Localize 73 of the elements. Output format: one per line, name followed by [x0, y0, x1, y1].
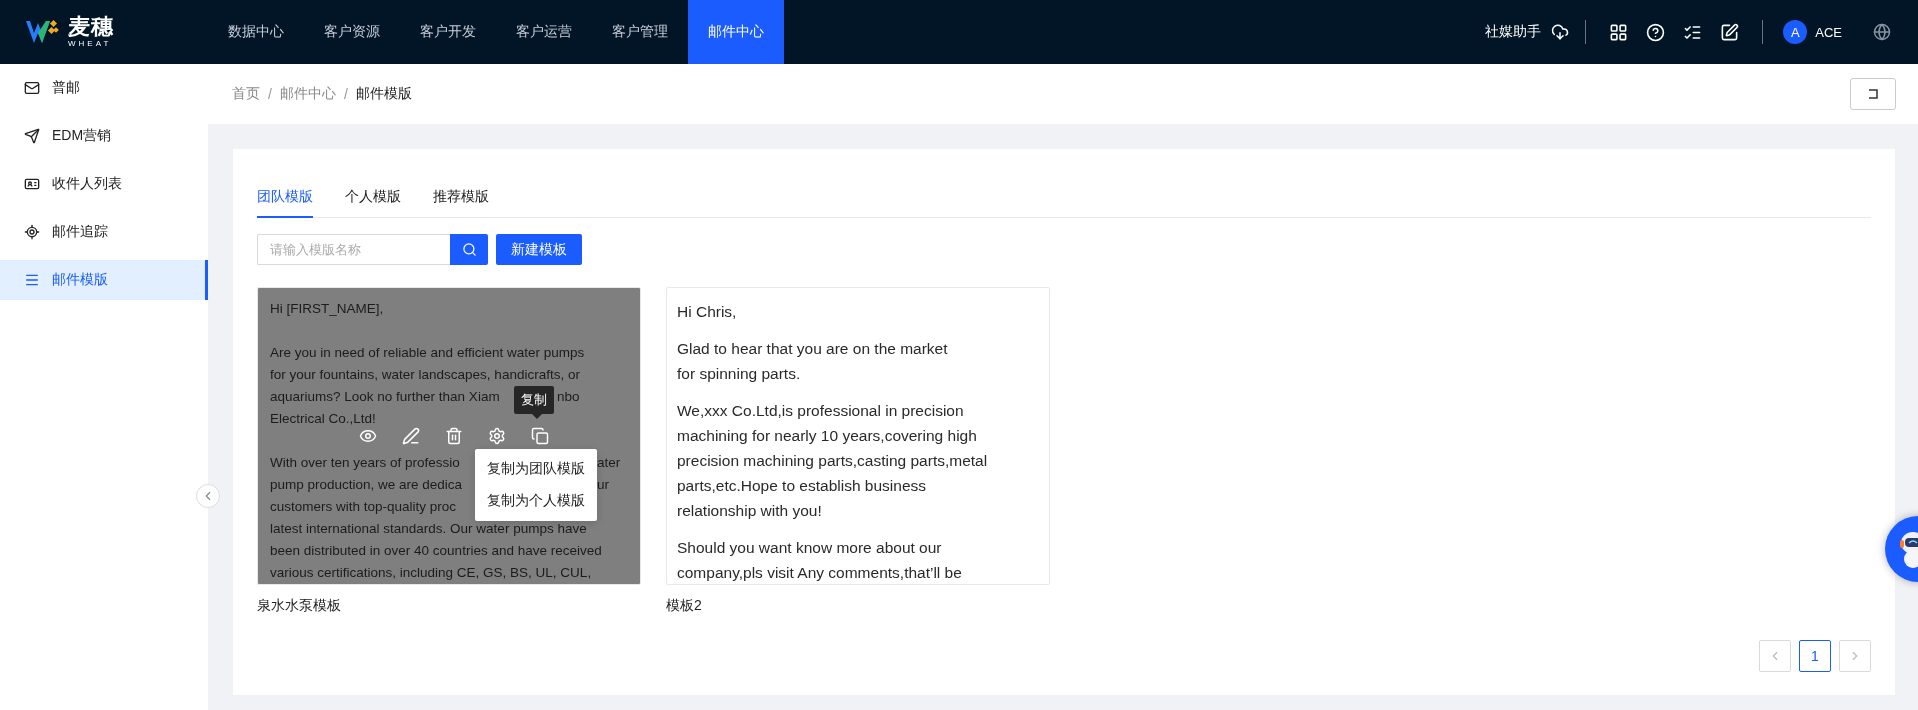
- globe-icon[interactable]: [1873, 23, 1891, 41]
- preview-text-line: latest international standards. Our water pumps have: [270, 520, 587, 538]
- preview-text-line: Electrical Co.,Ltd!: [270, 410, 376, 428]
- contact-card-icon: [24, 176, 40, 192]
- preview-text-line: Glad to hear that you are on the market: [677, 339, 948, 359]
- cloud-download-icon[interactable]: [1551, 23, 1570, 41]
- target-icon: [24, 224, 40, 240]
- preview-text-line: machining for nearly 10 years,covering high: [677, 426, 977, 446]
- nav-item[interactable]: 数据中心: [208, 0, 304, 64]
- preview-text-fragment: ur: [597, 476, 609, 494]
- back-button[interactable]: [1850, 78, 1896, 110]
- nav-item[interactable]: 邮件中心: [688, 0, 784, 64]
- search-field[interactable]: 请输入模版名称: [257, 234, 450, 265]
- mail-icon: [24, 80, 40, 96]
- preview-text-line: parts,etc.Hope to establish business: [677, 476, 926, 496]
- breadcrumb-separator: /: [268, 86, 272, 102]
- nav-item[interactable]: 客户运营: [496, 0, 592, 64]
- help-icon[interactable]: [1646, 22, 1666, 42]
- preview-text-fragment: With over ten years of professio: [270, 454, 460, 472]
- preview-text-line: Hi Chris,: [677, 302, 737, 322]
- avatar: A: [1783, 20, 1808, 44]
- preview-text-line: for your fountains, water landscapes, handicrafts, or: [270, 366, 580, 384]
- menu-item[interactable]: 复制为团队模版: [475, 453, 597, 485]
- breadcrumb-link[interactable]: 首页: [232, 85, 260, 103]
- preview-text-line: been distributed in over 40 countries and have received: [270, 542, 602, 560]
- logo-subtitle: WHEAT: [68, 40, 113, 48]
- breadcrumb-link[interactable]: 邮件中心: [279, 85, 336, 103]
- preview-text-fragment: ater: [597, 454, 621, 472]
- edit-icon[interactable]: [1720, 22, 1740, 42]
- tab[interactable]: 团队模版: [257, 185, 313, 218]
- preview-text-fragment: customers with top-quality proc: [270, 498, 457, 516]
- preview-text-line: Should you want know more about our: [677, 538, 942, 558]
- preview-text-fragment: aquariums? Look no further than Xiam: [270, 388, 500, 406]
- preview-text-line: various certifications, including CE, GS, BS, UL, CUL,: [270, 564, 592, 582]
- bracket-icon: [1867, 88, 1879, 100]
- sidebar-item[interactable]: 邮件模版: [0, 260, 208, 300]
- sidebar-item[interactable]: 邮件追踪: [0, 212, 208, 252]
- new-template-button[interactable]: 新建模板: [496, 234, 582, 265]
- template-name: 泉水水泵模板: [257, 597, 342, 615]
- preview-text-line: company,pls visit Any comments,that’ll be: [677, 563, 962, 583]
- nav-item[interactable]: 客户管理: [592, 0, 688, 64]
- breadcrumb-separator: /: [343, 86, 348, 102]
- assistant-link[interactable]: 社媒助手: [1485, 23, 1542, 41]
- tooltip: 复制: [514, 386, 554, 414]
- preview-text-line: relationship with you!: [677, 501, 822, 521]
- search-icon: [461, 242, 477, 257]
- menu-item[interactable]: 复制为个人模版: [475, 485, 597, 517]
- apps-icon[interactable]: [1609, 22, 1629, 42]
- sidebar-item[interactable]: 普邮: [0, 68, 208, 108]
- preview-text-line: precision machining parts,casting parts,metal: [677, 451, 988, 471]
- preview-text-line: Hi [FIRST_NAME],: [270, 300, 384, 318]
- logo-name: 麦穗: [68, 16, 114, 38]
- search-button[interactable]: [450, 234, 488, 265]
- send-icon: [24, 128, 40, 144]
- tab[interactable]: 个人模版: [345, 185, 401, 218]
- page-button[interactable]: 1: [1799, 640, 1831, 672]
- sidebar-item[interactable]: 收件人列表: [0, 164, 208, 204]
- preview-text-line: for spinning parts.: [677, 364, 801, 384]
- preview-text-fragment: pump production, we are dedica: [270, 476, 463, 494]
- preview-text-line: We,xxx Co.Ltd,is professional in precision: [677, 401, 964, 421]
- tab[interactable]: 推荐模版: [433, 185, 489, 218]
- nav-item[interactable]: 客户资源: [304, 0, 400, 64]
- nav-item[interactable]: 客户开发: [400, 0, 496, 64]
- preview-text-line: Are you in need of reliable and efficient water pumps: [270, 344, 585, 362]
- tooltip-arrow: [532, 414, 542, 419]
- user-name: ACE: [1815, 24, 1842, 40]
- list-icon: [24, 272, 40, 288]
- sidebar-item[interactable]: EDM营销: [0, 116, 208, 156]
- breadcrumb-link[interactable]: 邮件模版: [355, 85, 412, 103]
- template-preview[interactable]: [257, 287, 641, 585]
- preview-text-fragment: nbo: [557, 388, 580, 406]
- robot-icon: [1897, 529, 1918, 569]
- template-name: 模板2: [666, 597, 703, 615]
